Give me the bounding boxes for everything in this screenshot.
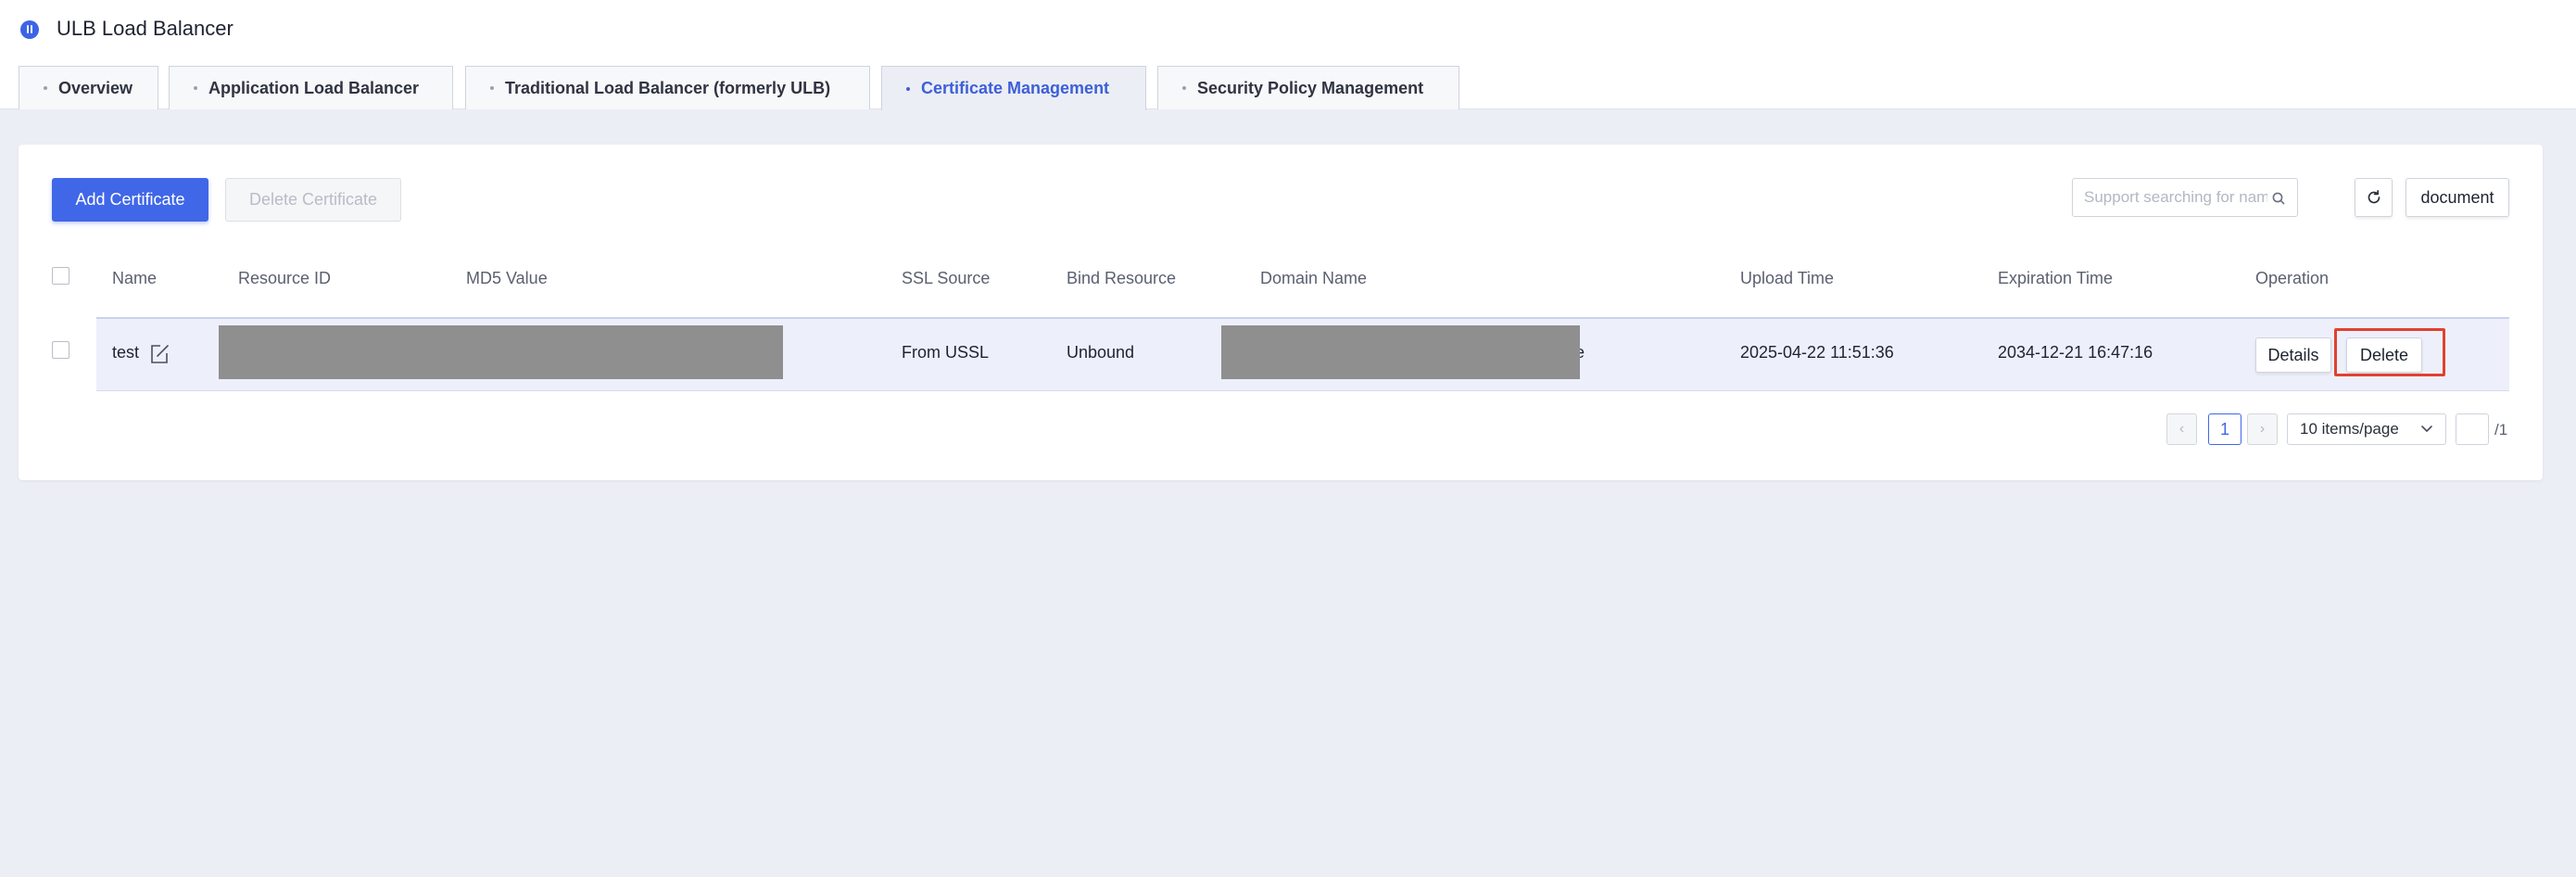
tab-dot	[194, 86, 197, 90]
column-header-ssl-source: SSL Source	[902, 269, 991, 287]
chevron-down-icon	[2421, 426, 2432, 432]
column-header-bind-resource: Bind Resource	[1067, 269, 1177, 287]
ssl-source-value: From USSL	[902, 343, 990, 362]
search-box	[2072, 178, 2298, 217]
tab-dot	[1182, 86, 1186, 90]
column-header-expiration-time: Expiration Time	[1998, 269, 2114, 287]
details-button[interactable]: Details	[2255, 337, 2331, 373]
total-pages: /1	[2494, 421, 2508, 438]
tab-overview[interactable]: Overview	[19, 66, 158, 109]
column-header-operation: Operation	[2255, 269, 2330, 287]
tab-label: Overview	[58, 78, 133, 97]
current-page-button[interactable]: 1	[2208, 413, 2241, 445]
search-icon[interactable]	[2271, 191, 2286, 206]
column-header-resource-id: Resource ID	[238, 269, 332, 287]
refresh-icon	[2368, 189, 2380, 204]
bind-resource-value: Unbound	[1067, 343, 1135, 362]
column-header-domain-name: Domain Name	[1260, 269, 1368, 287]
redacted-resource-md5	[219, 325, 783, 379]
delete-certificate-button: Delete Certificate	[225, 178, 401, 222]
top-header: ULB Load Balancer Overview Application L…	[0, 0, 2576, 110]
page-title: ULB Load Balancer	[57, 17, 234, 40]
tab-label: Security Policy Management	[1197, 78, 1424, 97]
edit-icon[interactable]	[148, 343, 170, 365]
logo-icon	[20, 20, 39, 39]
page-jump-input[interactable]	[2456, 413, 2489, 445]
next-page-button[interactable]: ›	[2247, 413, 2278, 445]
upload-time-value: 2025-04-22 11:51:36	[1740, 343, 1894, 362]
row-checkbox[interactable]	[52, 341, 69, 359]
add-certificate-button[interactable]: Add Certificate	[52, 178, 208, 222]
tab-application-load-balancer[interactable]: Application Load Balancer	[169, 66, 453, 109]
delete-button[interactable]: Delete	[2346, 337, 2422, 373]
certificate-name: test	[112, 343, 140, 362]
page-size-label: 10 items/page	[2300, 420, 2399, 438]
tab-certificate-management[interactable]: Certificate Management	[881, 66, 1146, 110]
search-input[interactable]	[2073, 179, 2267, 216]
column-header-md5: MD5 Value	[466, 269, 548, 287]
tab-dot	[490, 86, 494, 90]
refresh-button[interactable]	[2355, 178, 2393, 217]
select-all-checkbox[interactable]	[52, 267, 69, 285]
column-header-name: Name	[112, 269, 158, 287]
tab-security-policy-management[interactable]: Security Policy Management	[1157, 66, 1459, 109]
redacted-domain-name	[1221, 325, 1580, 379]
column-header-upload-time: Upload Time	[1740, 269, 1835, 287]
tab-dot	[906, 86, 910, 91]
tab-dot	[44, 86, 47, 90]
tab-traditional-load-balancer[interactable]: Traditional Load Balancer (formerly ULB)	[465, 66, 870, 109]
certificate-panel: Add Certificate Delete Certificate docum…	[19, 145, 2543, 480]
tab-label: Application Load Balancer	[208, 78, 420, 97]
document-button[interactable]: document	[2406, 178, 2509, 217]
prev-page-button[interactable]: ‹	[2166, 413, 2197, 445]
tab-label: Traditional Load Balancer (formerly ULB)	[505, 78, 831, 97]
tab-label: Certificate Management	[921, 79, 1110, 97]
page-size-select[interactable]: 10 items/page	[2287, 413, 2446, 445]
expiration-time-value: 2034-12-21 16:47:16	[1998, 343, 2153, 362]
